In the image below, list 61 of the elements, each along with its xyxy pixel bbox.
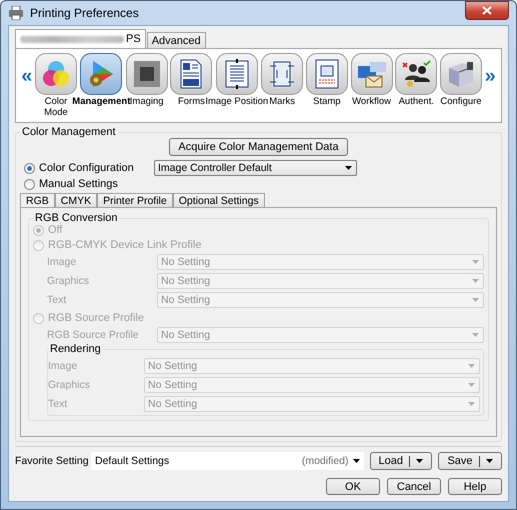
category-label: Authent. [398, 96, 434, 107]
dialog-button[interactable]: OK [326, 478, 380, 495]
dialog-button[interactable]: Help [448, 478, 502, 495]
category-label: Configure [440, 96, 482, 107]
dialog-button[interactable]: Cancel [387, 478, 441, 495]
favorite-setting-field[interactable]: Default Settings (modified) [91, 452, 364, 470]
category-label: Management [72, 96, 130, 107]
tab[interactable]: Printer Profile [97, 193, 173, 208]
close-icon [482, 6, 492, 15]
caret-icon [468, 402, 475, 406]
category-label: Stamp [313, 96, 341, 107]
category-label: Color Mode [43, 96, 69, 118]
window-title: Printing Preferences [30, 6, 140, 20]
save-button[interactable]: Save [438, 452, 502, 470]
category-button[interactable] [261, 53, 304, 95]
caret-icon [472, 298, 479, 302]
field-label: Graphics [48, 379, 92, 391]
next-arrow[interactable]: » [483, 65, 497, 88]
tab[interactable]: RGB [20, 193, 55, 208]
caret-icon [472, 260, 479, 264]
field-label: Graphics [47, 275, 90, 287]
category-label: Forms [178, 96, 205, 107]
category-button[interactable] [306, 53, 348, 95]
users-key-icon [400, 58, 432, 90]
field-label: Image [47, 256, 78, 268]
field-label: Image [48, 360, 78, 372]
caret-icon [352, 459, 360, 463]
acquire-button[interactable]: Acquire Color Management Data [169, 138, 348, 156]
category-button[interactable] [216, 53, 258, 95]
category-button[interactable] [170, 53, 212, 95]
category-button[interactable] [126, 53, 168, 95]
caret-icon [468, 364, 475, 368]
group-title: RGB Conversion [34, 212, 119, 224]
group-title: Color Management [21, 126, 117, 138]
category-label: Imaging [130, 96, 164, 107]
load-button[interactable]: Load [370, 452, 432, 470]
printer-icon [8, 6, 24, 20]
caret-icon [345, 166, 352, 170]
category-label: Workflow [352, 96, 391, 107]
field-label: Text [48, 398, 68, 410]
tab[interactable]: PS [15, 29, 146, 48]
category-label: Image Position [205, 96, 268, 107]
tab[interactable]: Advanced [146, 32, 206, 48]
caret-icon [472, 279, 479, 283]
radio-option[interactable]: Manual Settings [24, 178, 118, 190]
field-label: RGB Source Profile [47, 329, 140, 341]
category-button[interactable] [440, 53, 482, 95]
close-button[interactable] [465, 1, 509, 20]
category-button[interactable] [395, 53, 438, 95]
field-label: Text [47, 294, 68, 306]
caret-icon [468, 383, 475, 387]
radio-option[interactable]: Color Configuration [24, 162, 154, 174]
tab[interactable]: Optional Settings [172, 193, 265, 208]
tab[interactable]: CMYK [54, 193, 98, 208]
group-title: Rendering [49, 343, 102, 355]
caret-icon [472, 333, 479, 337]
configuration-dropdown[interactable]: Image Controller Default [154, 160, 357, 176]
previous-arrow[interactable]: « [20, 65, 34, 88]
category-label: Marks [269, 96, 296, 107]
caret-icon [416, 459, 423, 463]
caret-icon [486, 459, 493, 463]
